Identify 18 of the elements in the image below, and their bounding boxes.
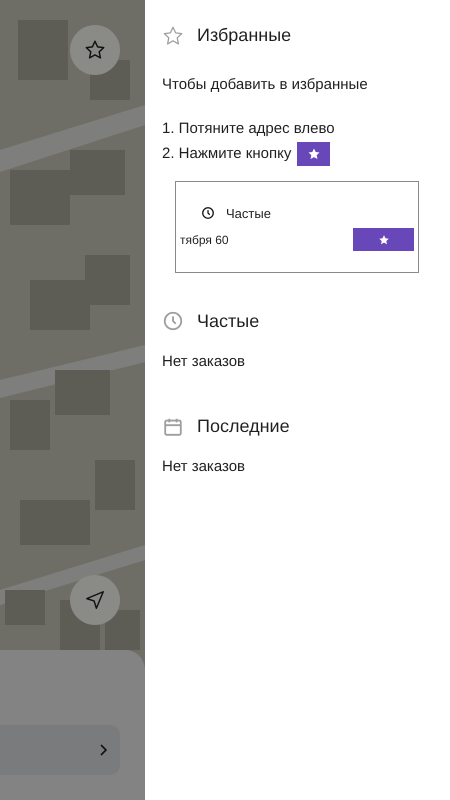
section-title: Частые <box>197 310 260 332</box>
star-icon <box>162 24 184 46</box>
instruction-step: 2. Нажмите кнопку <box>162 142 292 166</box>
chevron-icon <box>98 743 108 757</box>
clock-icon <box>201 206 215 220</box>
hint-text: Чтобы добавить в избранные <box>162 75 369 95</box>
section-title: Последние <box>197 415 290 438</box>
empty-message: Нет заказов <box>162 352 246 372</box>
star-icon <box>306 147 321 161</box>
example-address: тября 60 <box>180 232 229 248</box>
star-icon <box>378 234 390 246</box>
instruction-step: 1. Потяните адрес влево <box>162 118 335 140</box>
section-title: Избранные <box>197 24 292 47</box>
navigation-icon <box>84 589 106 611</box>
clock-icon <box>162 310 184 332</box>
example-section-title: Частые <box>226 204 271 222</box>
star-icon <box>84 39 106 61</box>
empty-message: Нет заказов <box>162 457 246 477</box>
